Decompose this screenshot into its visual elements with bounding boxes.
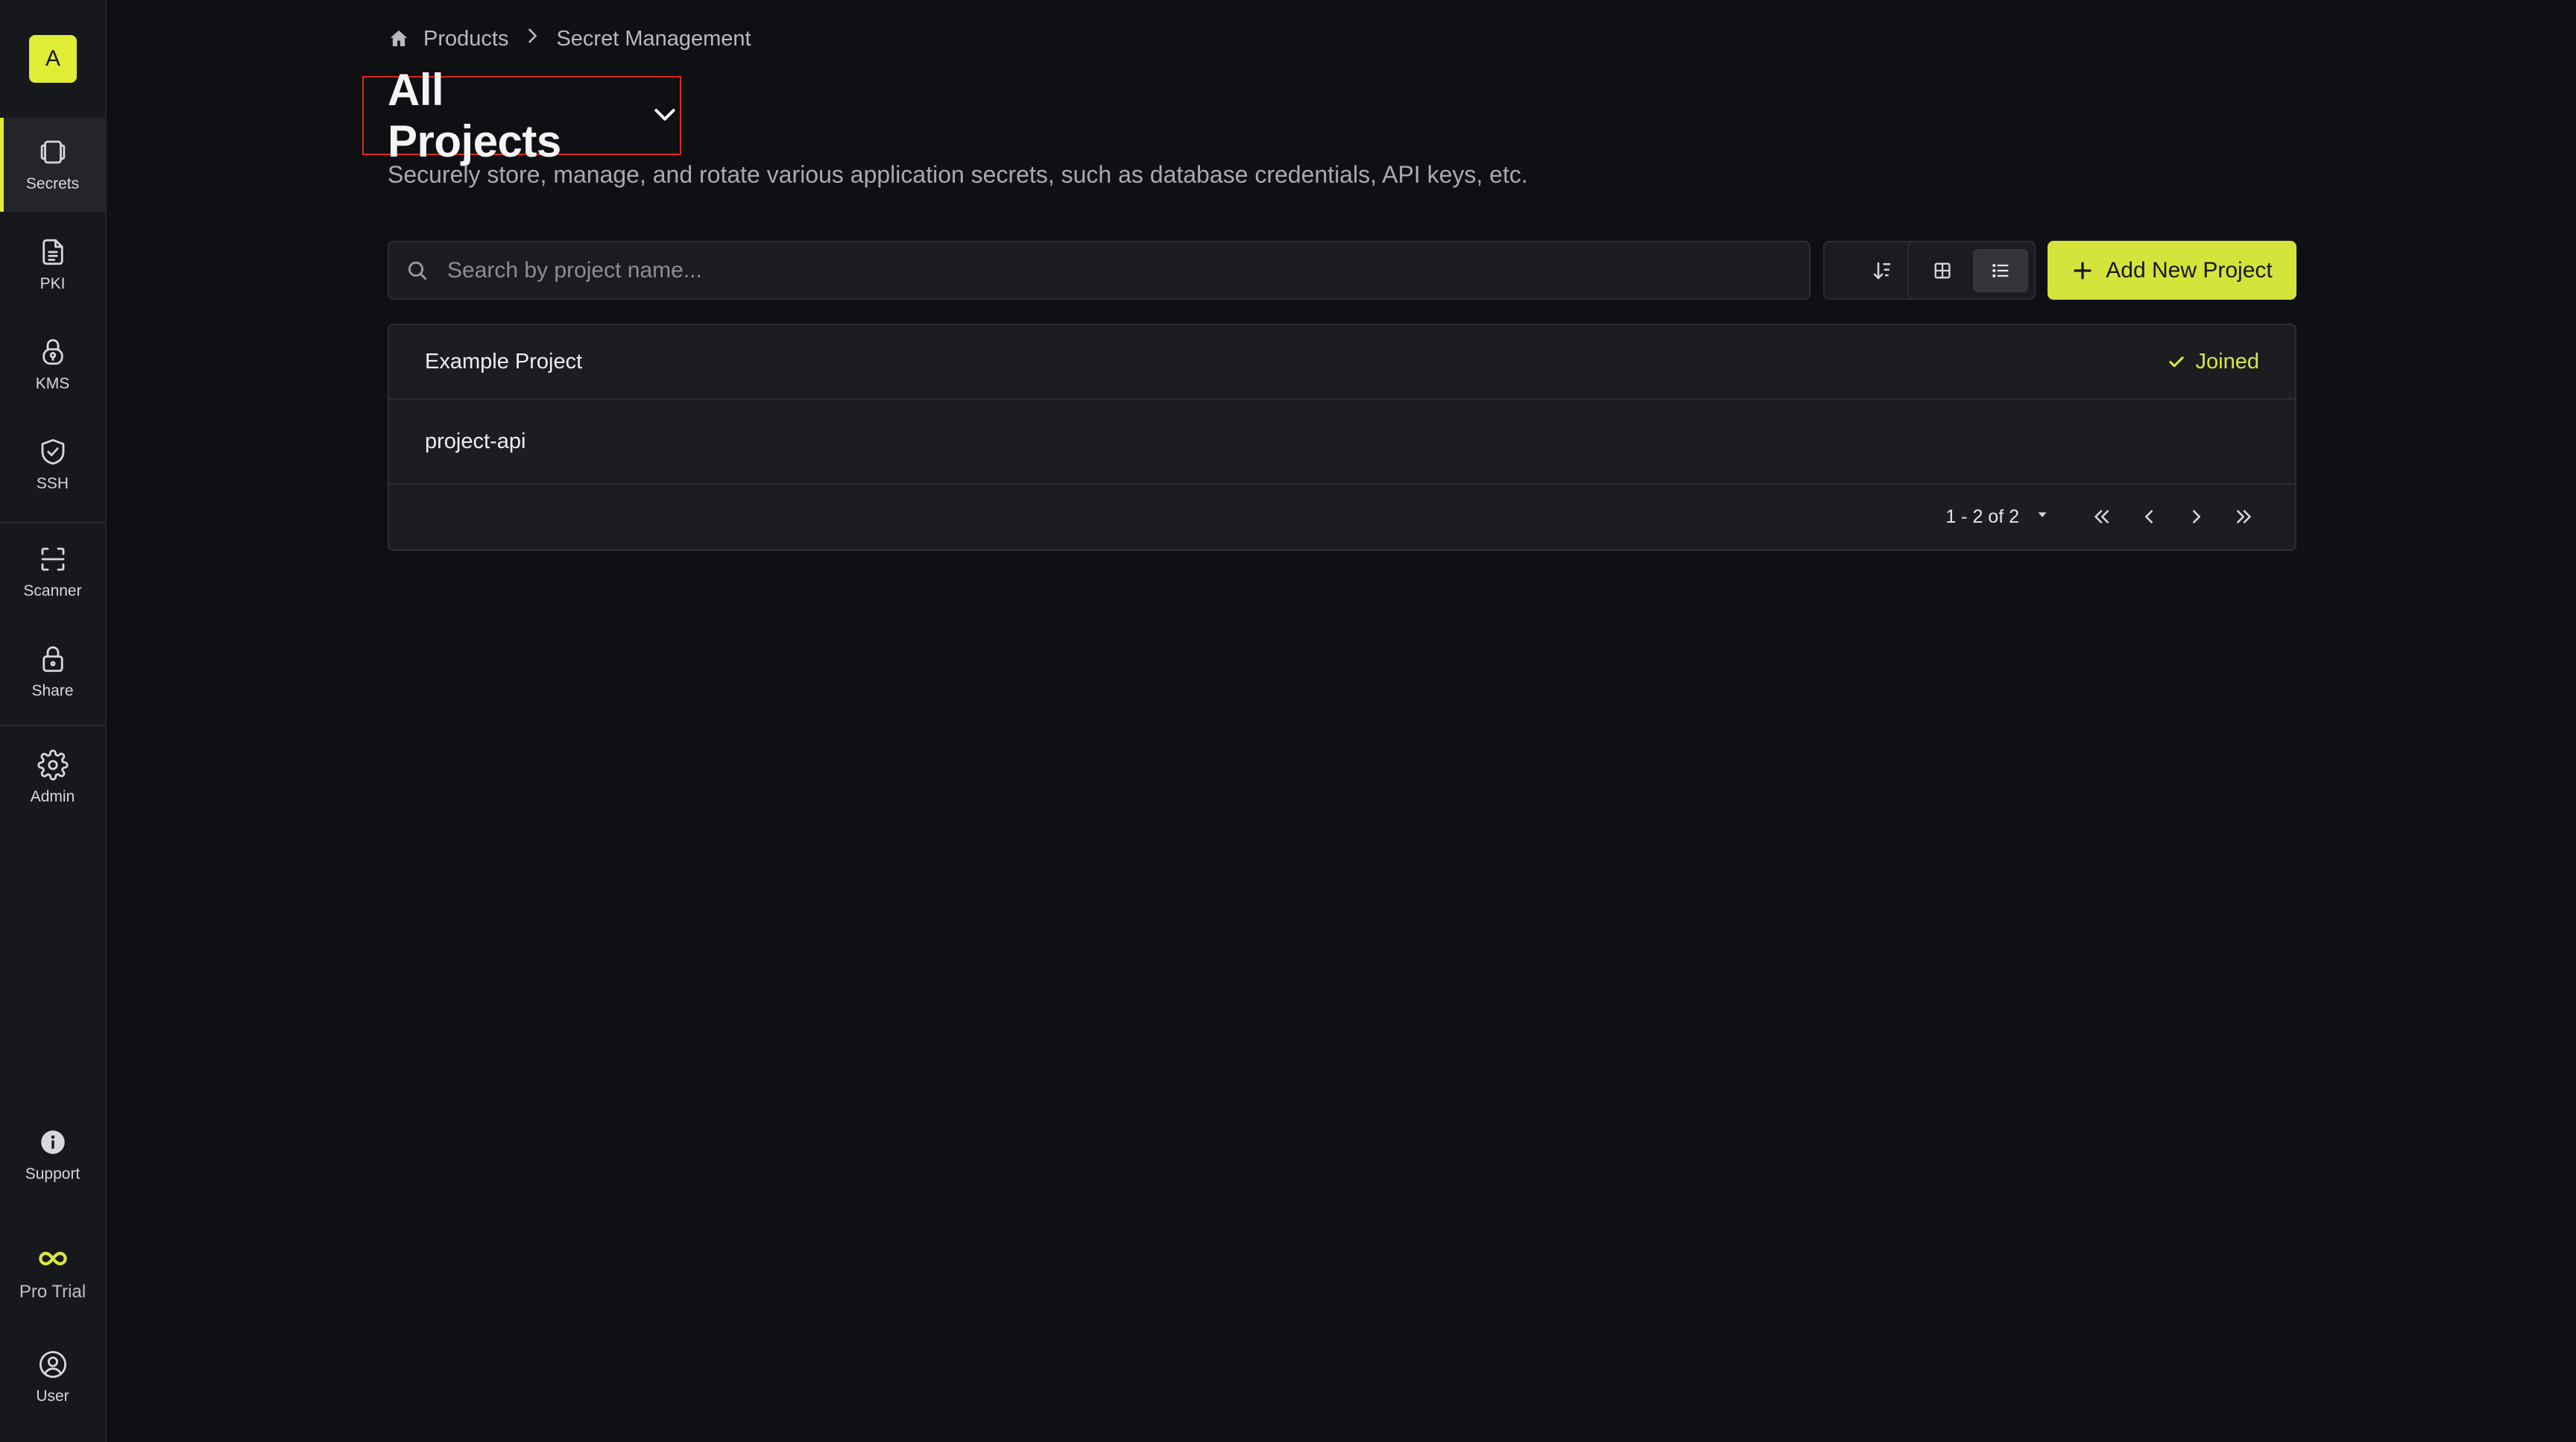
project-name: Example Project: [425, 349, 583, 374]
previous-page-button[interactable]: [2125, 498, 2173, 535]
sidebar-item-scanner[interactable]: Scanner: [0, 525, 105, 619]
sidebar-item-label: Pro Trial: [19, 1282, 86, 1302]
sidebar-item-label: Scanner: [23, 582, 82, 599]
key-lock-icon: [42, 339, 63, 365]
breadcrumb-secret-management[interactable]: Secret Management: [556, 27, 751, 51]
sidebar-item-label: Secrets: [25, 175, 80, 192]
chevron-right-icon: [2193, 510, 2200, 523]
org-avatar[interactable]: A: [29, 35, 77, 83]
sidebar-item-label: Support: [25, 1165, 80, 1183]
sidebar-item-kms[interactable]: KMS: [0, 318, 105, 412]
certificate-file-icon: [42, 239, 63, 265]
scan-frame-icon: [41, 547, 64, 571]
plus-icon: [2074, 261, 2092, 280]
list-icon: [1992, 263, 2009, 277]
chevrons-left-icon: [2094, 510, 2109, 523]
vault-icon: [40, 140, 65, 164]
sort-icon: [1873, 262, 1890, 279]
sidebar-item-share[interactable]: Share: [0, 625, 105, 719]
sidebar: A Secrets PKI KMS SSH Scanner Share Admi…: [0, 0, 107, 1442]
page-subtitle: Securely store, manage, and rotate vario…: [388, 161, 1528, 188]
list-view-button[interactable]: [1973, 248, 2028, 292]
home-icon[interactable]: [388, 28, 410, 50]
project-list: Example Project Joined project-api 1 - 2…: [388, 324, 2296, 551]
sidebar-item-label: User: [36, 1388, 69, 1405]
shield-check-icon: [41, 438, 64, 465]
pagination: 1 - 2 of 2: [1945, 498, 2268, 535]
search-bar: [388, 241, 1811, 300]
breadcrumb: Products Secret Management: [388, 25, 751, 52]
sidebar-item-label: PKI: [40, 275, 66, 292]
table-row[interactable]: project-api: [389, 400, 2295, 485]
sidebar-divider: [0, 725, 105, 726]
grid-icon: [1934, 262, 1951, 278]
sidebar-item-pro-trial[interactable]: Pro Trial: [0, 1226, 105, 1320]
sidebar-item-pki[interactable]: PKI: [0, 218, 105, 312]
search-input[interactable]: [446, 256, 1809, 284]
sidebar-item-label: SSH: [36, 475, 69, 492]
caret-down-icon: [2038, 511, 2047, 517]
page-title: All Projects: [388, 65, 561, 166]
joined-label: Joined: [2195, 349, 2259, 374]
chevron-down-icon: [650, 99, 680, 133]
lock-icon: [42, 646, 63, 673]
page-size-dropdown[interactable]: [2034, 506, 2051, 528]
check-icon: [2168, 356, 2184, 368]
chevrons-right-icon: [2237, 510, 2251, 523]
chevron-left-icon: [2145, 510, 2153, 523]
joined-badge: Joined: [2166, 350, 2259, 374]
table-row[interactable]: Example Project Joined: [389, 325, 2295, 400]
sidebar-divider: [0, 522, 105, 523]
last-page-button[interactable]: [2220, 498, 2268, 535]
next-page-button[interactable]: [2173, 498, 2220, 535]
sidebar-item-admin[interactable]: Admin: [0, 731, 105, 825]
grid-view-button[interactable]: [1915, 249, 1970, 292]
sidebar-item-label: KMS: [35, 375, 70, 392]
add-new-project-button[interactable]: Add New Project: [2048, 241, 2296, 300]
sidebar-item-label: Share: [31, 682, 74, 699]
breadcrumb-products[interactable]: Products: [423, 27, 508, 51]
user-circle-icon: [39, 1350, 66, 1379]
chevron-right-icon: [522, 25, 543, 52]
search-icon: [408, 261, 427, 280]
sidebar-item-secrets[interactable]: Secrets: [0, 118, 105, 212]
sidebar-item-ssh[interactable]: SSH: [0, 418, 105, 511]
gear-icon: [37, 749, 69, 781]
project-scope-dropdown[interactable]: All Projects: [362, 65, 681, 166]
view-mode-toggle: [1907, 241, 2036, 300]
sidebar-item-label: Admin: [30, 788, 75, 805]
page-range: 1 - 2 of 2: [1945, 506, 2019, 527]
project-name: project-api: [425, 429, 526, 453]
sidebar-item-user[interactable]: User: [0, 1330, 105, 1424]
add-new-project-label: Add New Project: [2106, 257, 2273, 283]
sidebar-item-support[interactable]: Support: [0, 1108, 105, 1202]
info-circle-icon: [40, 1130, 65, 1154]
first-page-button[interactable]: [2077, 498, 2125, 535]
infinity-icon: [38, 1251, 67, 1266]
